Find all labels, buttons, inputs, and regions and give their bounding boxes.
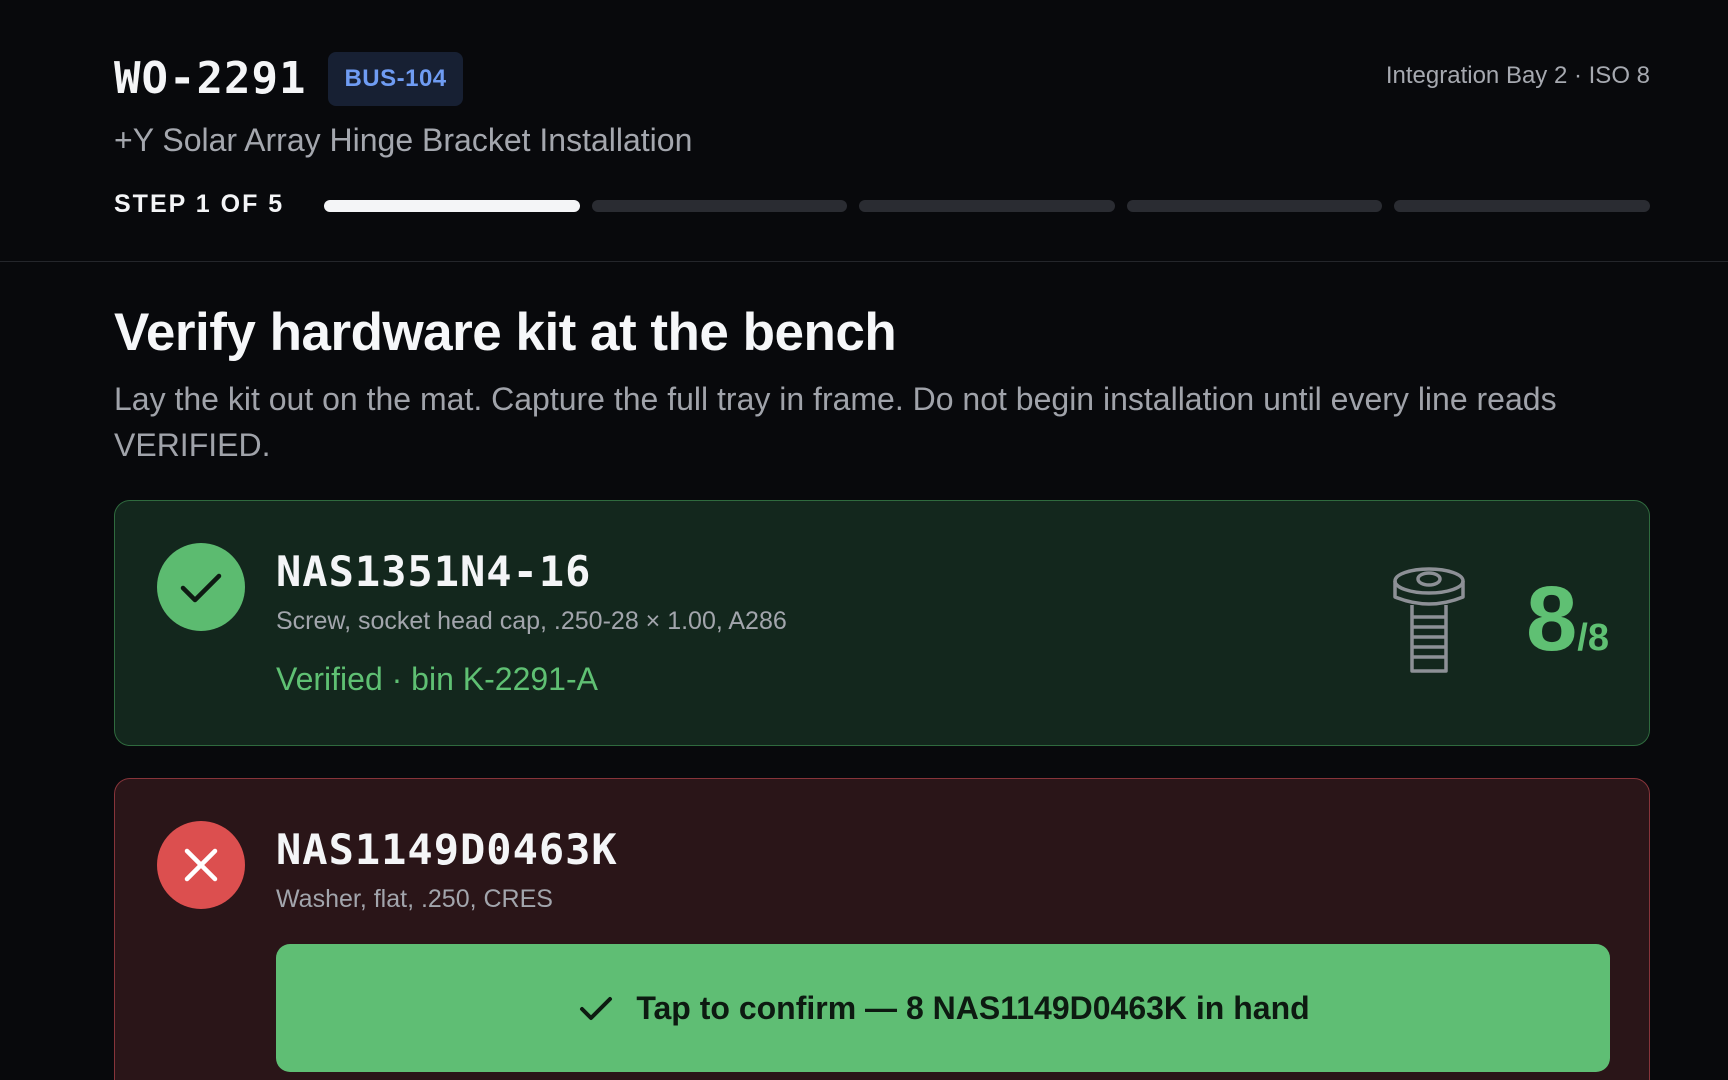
step-title: Verify hardware kit at the bench [114, 303, 897, 362]
count-value: 8 [1526, 568, 1578, 670]
x-icon [157, 821, 245, 909]
work-order-id-row: WO-2291 BUS-104 [114, 52, 463, 106]
check-icon [157, 543, 245, 631]
progress-segment-3 [859, 200, 1115, 212]
procedure-subtitle: +Y Solar Array Hinge Bracket Installatio… [114, 122, 693, 158]
verified-count: 8 /8 [1526, 573, 1609, 665]
part-description: Screw, socket head cap, .250-28 × 1.00, … [276, 607, 787, 635]
confirm-button-label: Tap to confirm — 8 NAS1149D0463K in hand [636, 989, 1310, 1026]
verified-status: Verified · bin K-2291-A [276, 661, 598, 697]
hardware-item-card: NAS1149D0463K Washer, flat, .250, CRES T… [114, 778, 1650, 1080]
check-icon [580, 997, 613, 1020]
part-description: Washer, flat, .250, CRES [276, 885, 553, 913]
progress-segment-1 [324, 200, 580, 212]
hardware-item-card: NAS1351N4-16 Screw, socket head cap, .25… [114, 500, 1650, 746]
part-number: NAS1149D0463K [276, 825, 618, 874]
count-total: /8 [1577, 617, 1609, 659]
work-order-id: WO-2291 [114, 53, 307, 104]
confirm-in-hand-button[interactable]: Tap to confirm — 8 NAS1149D0463K in hand [276, 944, 1610, 1072]
step-progress-bar [324, 200, 1650, 212]
progress-segment-2 [591, 200, 848, 212]
part-number: NAS1351N4-16 [276, 547, 592, 596]
work-order-header: WO-2291 BUS-104 Integration Bay 2 · ISO … [0, 0, 1728, 262]
step-counter: STEP 1 OF 5 [114, 190, 285, 218]
progress-segment-5 [1394, 200, 1650, 212]
bolt-icon [1392, 565, 1466, 680]
work-order-page: WO-2291 BUS-104 Integration Bay 2 · ISO … [0, 0, 1728, 1080]
step-description: Lay the kit out on the mat. Capture the … [114, 381, 1557, 463]
location-label: Integration Bay 2 · ISO 8 [1385, 62, 1650, 89]
progress-segment-4 [1126, 200, 1383, 212]
bus-badge: BUS-104 [328, 52, 463, 106]
